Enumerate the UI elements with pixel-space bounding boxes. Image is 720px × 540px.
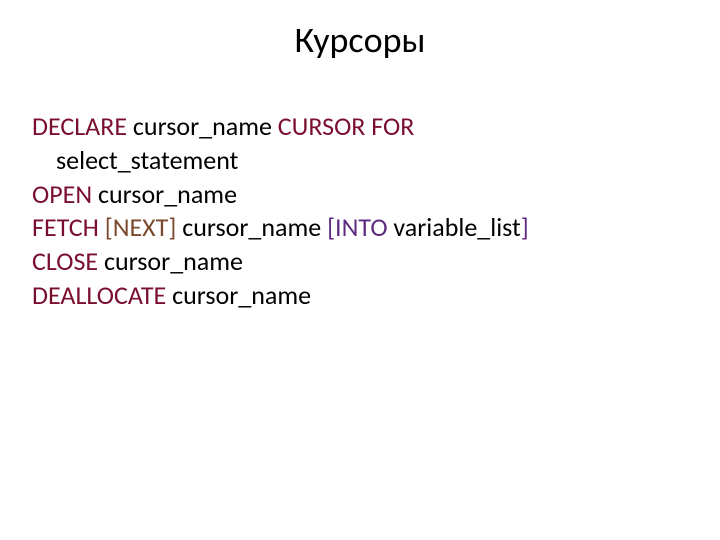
code-line-2: select_statement <box>32 144 688 178</box>
identifier: cursor_name <box>98 178 237 210</box>
optional-into: [INTO <box>321 211 393 243</box>
bracket-close: ] <box>521 211 529 243</box>
code-line-6: DEALLOCATE cursor_name <box>32 279 688 313</box>
code-line-1: DECLARE cursor_name CURSOR FOR <box>32 110 688 144</box>
keyword-close: CLOSE <box>32 245 104 277</box>
identifier: cursor_name <box>104 245 243 277</box>
identifier: cursor_name <box>172 279 311 311</box>
code-line-3: OPEN cursor_name <box>32 178 688 212</box>
slide-title: Курсоры <box>32 18 688 62</box>
keyword-open: OPEN <box>32 178 98 210</box>
keyword-deallocate: DEALLOCATE <box>32 279 172 311</box>
code-line-4: FETCH [NEXT] cursor_name [INTO variable_… <box>32 211 688 245</box>
identifier: cursor_name <box>182 211 321 243</box>
keyword-declare: DECLARE <box>32 110 133 142</box>
identifier: select_statement <box>56 144 238 176</box>
optional-next: [NEXT] <box>99 211 182 243</box>
keyword-fetch: FETCH <box>32 211 99 243</box>
identifier: variable_list <box>393 211 520 243</box>
code-line-5: CLOSE cursor_name <box>32 245 688 279</box>
slide: Курсоры DECLARE cursor_name CURSOR FOR s… <box>0 0 720 540</box>
identifier: cursor_name <box>133 110 272 142</box>
keyword-cursor-for: CURSOR FOR <box>272 110 414 142</box>
slide-content: DECLARE cursor_name CURSOR FOR select_st… <box>32 110 688 313</box>
